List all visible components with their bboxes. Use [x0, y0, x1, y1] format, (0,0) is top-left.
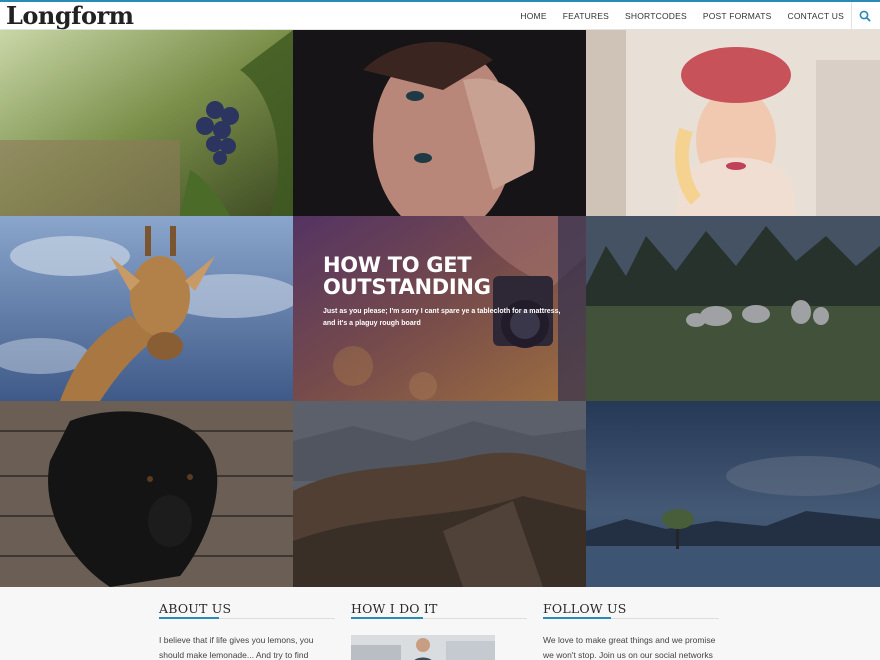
woman-lips-photo: [293, 30, 586, 216]
woman-hat-photo: [586, 30, 880, 216]
how-i-do-it-heading: HOW I DO IT: [351, 601, 527, 619]
site-logo[interactable]: Longform: [6, 1, 134, 30]
post-grid: HOW TO GET OUTSTANDING Just as you pleas…: [0, 30, 880, 587]
featured-post-excerpt: Just as you please; I'm sorry I cant spa…: [323, 308, 561, 327]
follow-us-heading: FOLLOW US: [543, 601, 719, 619]
about-us-heading: ABOUT US: [159, 601, 335, 619]
search-button[interactable]: [856, 7, 874, 25]
about-us-title: ABOUT US: [159, 601, 232, 616]
follow-us-widget: FOLLOW US We love to make great things a…: [543, 601, 719, 660]
how-i-do-it-image[interactable]: [351, 635, 495, 660]
follow-us-title: FOLLOW US: [543, 601, 627, 616]
post-tile-portrait-lips[interactable]: [293, 30, 586, 216]
person-photo: [351, 635, 495, 660]
nav-features[interactable]: FEATURES: [563, 11, 609, 21]
post-tile-mountains[interactable]: [293, 401, 586, 587]
post-tile-sheep[interactable]: [586, 216, 880, 401]
post-tile-grapes[interactable]: [0, 30, 293, 216]
dog-photo: [0, 401, 293, 587]
post-tile-giraffe[interactable]: [0, 216, 293, 401]
heading-underline: [543, 617, 611, 619]
featured-post: HOW TO GET OUTSTANDING Just as you pleas…: [323, 254, 563, 330]
post-tile-dog[interactable]: [0, 401, 293, 587]
tile-overlay: [586, 401, 880, 587]
how-i-do-it-widget: HOW I DO IT: [351, 601, 527, 660]
heading-underline: [351, 617, 423, 619]
post-tile-featured[interactable]: HOW TO GET OUTSTANDING Just as you pleas…: [293, 216, 586, 401]
nav-shortcodes[interactable]: SHORTCODES: [625, 11, 687, 21]
post-tile-woman-hat[interactable]: [586, 30, 880, 216]
post-tile-lake[interactable]: [586, 401, 880, 587]
about-us-text: I believe that if life gives you lemons,…: [159, 635, 314, 660]
nav-home[interactable]: HOME: [520, 11, 546, 21]
search-icon: [859, 10, 871, 22]
tile-overlay: [293, 401, 586, 587]
how-i-do-it-title: HOW I DO IT: [351, 601, 438, 616]
nav-divider: [851, 2, 852, 30]
nav-post-formats[interactable]: POST FORMATS: [703, 11, 772, 21]
follow-us-text: We love to make great things and we prom…: [543, 635, 716, 660]
tile-overlay: [586, 216, 880, 401]
about-us-widget: ABOUT US I believe that if life gives yo…: [159, 601, 335, 660]
footer-widgets: ABOUT US I believe that if life gives yo…: [0, 587, 880, 660]
featured-post-title[interactable]: HOW TO GET OUTSTANDING: [323, 254, 563, 298]
grapes-photo: [0, 30, 293, 216]
main-nav: HOME FEATURES SHORTCODES POST FORMATS CO…: [504, 11, 844, 21]
nav-contact-us[interactable]: CONTACT US: [788, 11, 844, 21]
heading-underline: [159, 617, 219, 619]
giraffe-photo: [0, 216, 293, 401]
site-header: Longform HOME FEATURES SHORTCODES POST F…: [0, 1, 880, 30]
